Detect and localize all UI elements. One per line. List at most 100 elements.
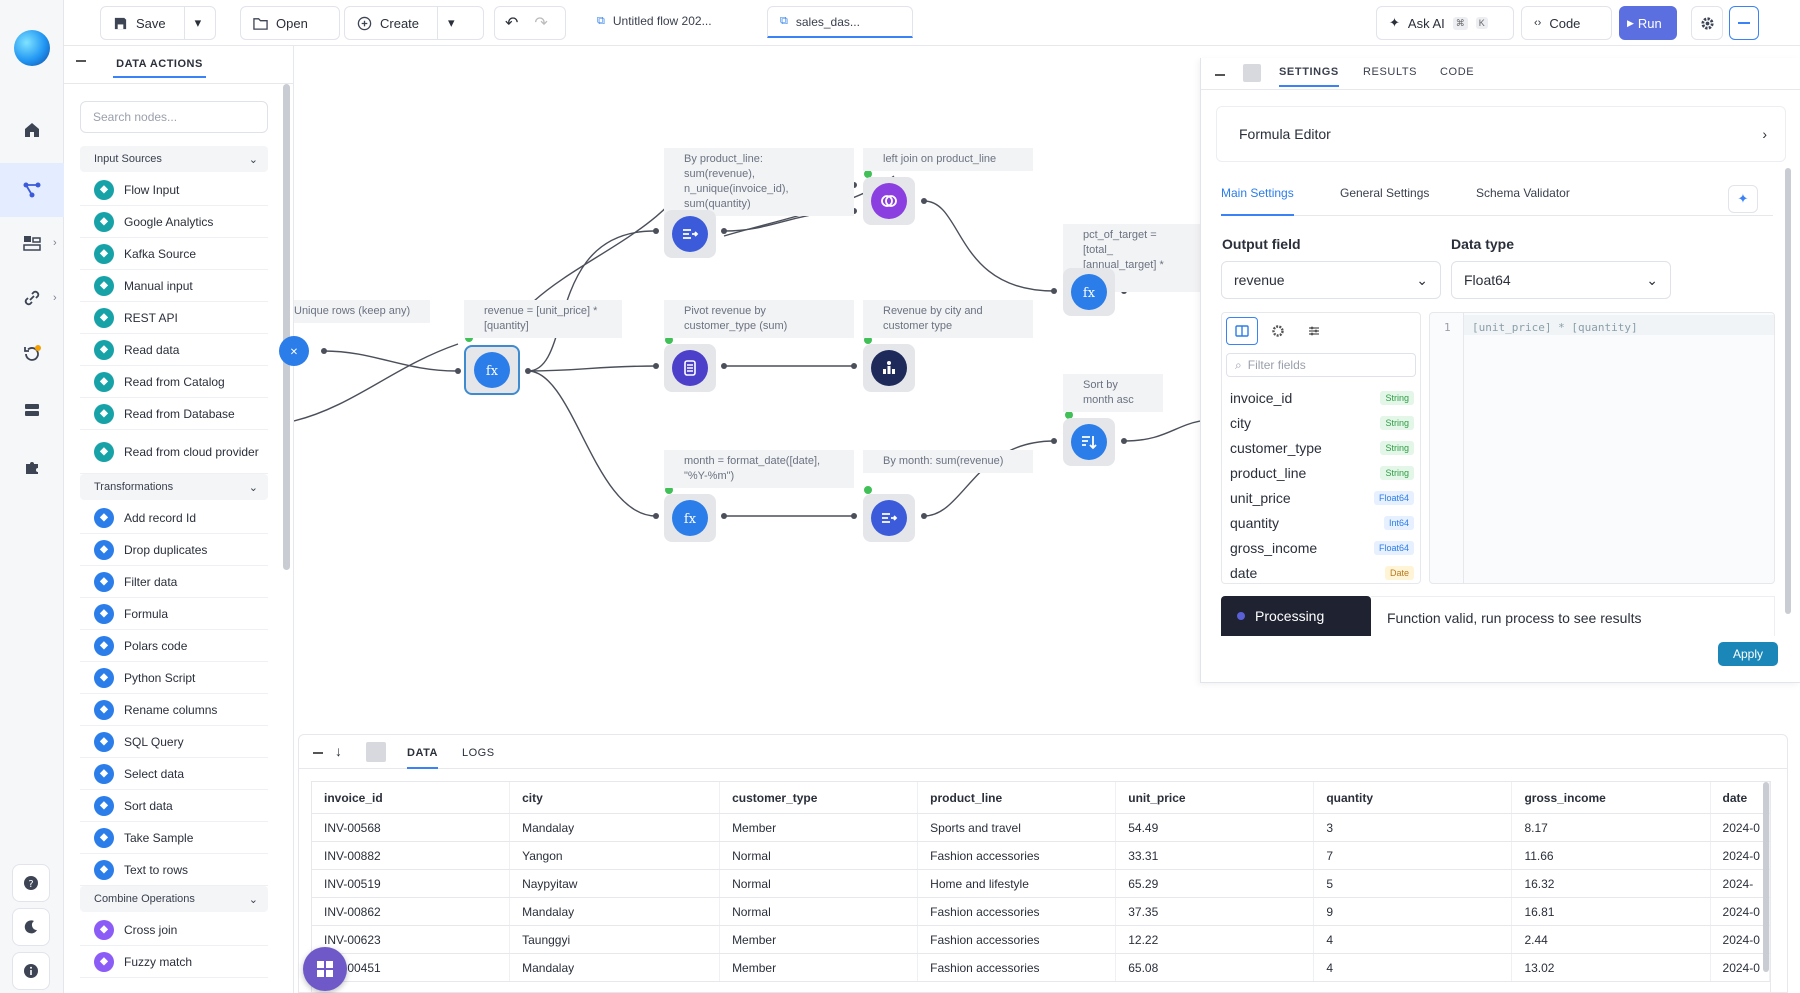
node-formula-pct[interactable]: fx	[1063, 268, 1115, 316]
undo-icon[interactable]: ↶	[505, 13, 518, 33]
node-item[interactable]: ◆ Select data	[80, 758, 268, 790]
field-row[interactable]: gross_income Float64	[1222, 535, 1420, 560]
tab-untitled-flow[interactable]: ⧉ Untitled flow 202...	[585, 6, 725, 38]
column-header[interactable]: city	[510, 782, 721, 813]
data-type-select[interactable]: Float64 ⌄	[1451, 261, 1671, 299]
help-icon[interactable]: ?	[12, 864, 50, 902]
search-nodes-input[interactable]: Search nodes...	[80, 101, 268, 133]
run-button[interactable]: ▶ Run	[1619, 6, 1677, 40]
plugin-icon[interactable]	[14, 449, 50, 485]
redo-icon[interactable]: ↷	[534, 13, 547, 33]
settings-scrollbar[interactable]	[1785, 168, 1791, 614]
flow-icon[interactable]	[0, 163, 64, 217]
tab-sales-dashboard[interactable]: ⧉ sales_das...	[767, 6, 913, 38]
column-header[interactable]: date	[1711, 782, 1770, 813]
filter-fields-input[interactable]: ⌕ Filter fields	[1226, 353, 1416, 377]
home-icon[interactable]	[14, 112, 50, 148]
node-item[interactable]: ◆ Text to rows	[80, 854, 268, 886]
node-palette-button[interactable]	[303, 947, 347, 991]
expand-icon[interactable]	[1243, 64, 1261, 82]
table-row[interactable]: INV-00519 Naypyitaw Normal Home and lifesty…	[312, 870, 1770, 898]
save-button[interactable]: Save ▾	[100, 6, 216, 40]
table-row[interactable]: INV-00451 Mandalay Member Fashion accessori…	[312, 954, 1770, 982]
node-item[interactable]: ◆ Drop duplicates	[80, 534, 268, 566]
create-button[interactable]: Create ▾	[344, 6, 484, 40]
functions-gear-icon[interactable]	[1262, 317, 1294, 345]
tab-main-settings[interactable]: Main Settings	[1221, 186, 1294, 216]
info-icon[interactable]	[12, 952, 50, 990]
table-scrollbar[interactable]	[1763, 782, 1769, 972]
node-item[interactable]: ◆ Google Analytics	[80, 206, 268, 238]
node-item[interactable]: ◆ Formula	[80, 598, 268, 630]
arrow-down-icon[interactable]: ↓	[335, 743, 342, 759]
node-formula-month[interactable]: fx	[664, 494, 716, 542]
tab-data[interactable]: DATA	[407, 747, 438, 769]
formula-code-editor[interactable]: 1 [unit_price] * [quantity]	[1429, 312, 1775, 584]
expand-icon[interactable]	[366, 742, 386, 762]
tab-settings[interactable]: SETTINGS	[1279, 66, 1339, 87]
table-row[interactable]: INV-00882 Yangon Normal Fashion accessories…	[312, 842, 1770, 870]
node-item[interactable]: ◆ Cross join	[80, 914, 268, 946]
tab-logs[interactable]: LOGS	[462, 747, 495, 759]
create-dropdown-icon[interactable]: ▾	[448, 15, 455, 31]
tab-general-settings[interactable]: General Settings	[1340, 186, 1429, 216]
node-item[interactable]: ◆ Sort data	[80, 790, 268, 822]
node-item[interactable]: ◆ Polars code	[80, 630, 268, 662]
column-header[interactable]: invoice_id	[312, 782, 511, 813]
output-field-select[interactable]: revenue ⌄	[1221, 261, 1441, 299]
tab-schema-validator[interactable]: Schema Validator	[1476, 186, 1570, 216]
link-icon[interactable]	[14, 280, 50, 316]
dark-mode-icon[interactable]	[12, 908, 50, 946]
node-item[interactable]: ◆ Filter data	[80, 566, 268, 598]
field-row[interactable]: unit_price Float64	[1222, 485, 1420, 510]
ask-ai-button[interactable]: ✦ Ask AI ⌘ K	[1376, 6, 1514, 40]
column-header[interactable]: gross_income	[1512, 782, 1711, 813]
node-groupby-month[interactable]	[863, 494, 915, 542]
field-row[interactable]: date Date	[1222, 560, 1420, 585]
collapse-icon[interactable]	[313, 752, 323, 754]
node-item[interactable]: ◆ SQL Query	[80, 726, 268, 758]
node-item[interactable]: ◆ Read from Database	[80, 398, 268, 430]
node-item[interactable]: ◆ Read from cloud provider	[80, 430, 268, 474]
column-header[interactable]: unit_price	[1116, 782, 1315, 813]
save-dropdown-icon[interactable]: ▾	[195, 15, 202, 31]
formula-text[interactable]: [unit_price] * [quantity]	[1472, 321, 1638, 334]
node-join[interactable]	[863, 177, 915, 225]
node-item[interactable]: ◆ Python Script	[80, 662, 268, 694]
panel-title[interactable]: DATA ACTIONS	[113, 58, 206, 78]
magic-wand-icon[interactable]: ✦	[1728, 185, 1758, 213]
node-item[interactable]: ◆ Read data	[80, 334, 268, 366]
node-item[interactable]: ◆ Manual input	[80, 270, 268, 302]
node-unique[interactable]: ✕	[270, 327, 318, 375]
node-item[interactable]: ◆ Kafka Source	[80, 238, 268, 270]
column-header[interactable]: quantity	[1314, 782, 1513, 813]
field-row[interactable]: invoice_id String	[1222, 385, 1420, 410]
node-item[interactable]: ◆ Flow Input	[80, 174, 268, 206]
field-row[interactable]: product_line String	[1222, 460, 1420, 485]
node-sort[interactable]	[1063, 418, 1115, 466]
panel-toggle-button[interactable]	[1729, 6, 1759, 40]
field-row[interactable]: customer_type String	[1222, 435, 1420, 460]
fields-view-icon[interactable]	[1226, 317, 1258, 345]
node-pivot[interactable]	[664, 344, 716, 392]
node-item[interactable]: ◆ Take Sample	[80, 822, 268, 854]
node-item[interactable]: ◆ Rename columns	[80, 694, 268, 726]
open-button[interactable]: Open	[240, 6, 340, 40]
node-item[interactable]: ◆ Fuzzy match	[80, 946, 268, 978]
tab-results[interactable]: RESULTS	[1363, 66, 1417, 78]
section-header[interactable]: Transformations ⌄	[80, 474, 268, 500]
column-header[interactable]: product_line	[918, 782, 1117, 813]
section-header[interactable]: Combine Operations ⌄	[80, 886, 268, 912]
node-formula-revenue[interactable]: fx	[464, 345, 520, 395]
formula-editor-header[interactable]: Formula Editor ›	[1216, 106, 1786, 162]
settings-button[interactable]	[1691, 6, 1723, 40]
collapse-icon[interactable]	[76, 60, 86, 62]
catalog-icon[interactable]	[14, 225, 50, 261]
storage-icon[interactable]	[14, 392, 50, 428]
history-icon[interactable]	[14, 336, 50, 372]
column-header[interactable]: customer_type	[720, 782, 919, 813]
chevron-right-icon[interactable]: ›	[53, 237, 57, 249]
node-item[interactable]: ◆ REST API	[80, 302, 268, 334]
node-item[interactable]: ◆ Add record Id	[80, 502, 268, 534]
field-row[interactable]: quantity Int64	[1222, 510, 1420, 535]
